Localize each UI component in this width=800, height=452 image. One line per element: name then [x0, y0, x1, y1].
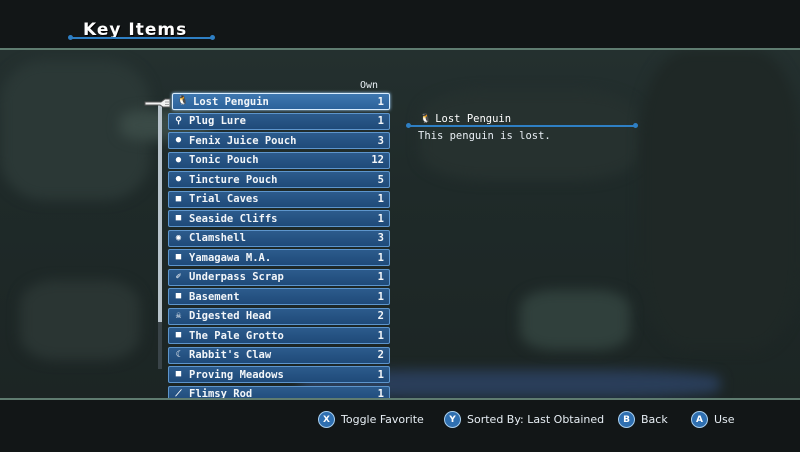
own-column-header: Own — [360, 80, 379, 91]
item-name: Underpass Scrap — [189, 271, 284, 283]
title-underline — [68, 35, 215, 40]
claw-icon: ☾ — [175, 349, 182, 360]
list-item[interactable]: ☠ Digested Head 2 — [168, 307, 390, 325]
item-name: Yamagawa M.A. — [189, 251, 272, 264]
list-item[interactable]: ● Tonic Pouch 12 — [168, 151, 390, 169]
skull-icon: ☠ — [175, 310, 182, 321]
hint-toggle-favorite[interactable]: X Toggle Favorite — [318, 411, 424, 428]
item-count: 1 — [377, 271, 384, 283]
map-icon: ■ — [175, 193, 182, 204]
list-item[interactable]: ■ Yamagawa M.A. 1 — [168, 249, 390, 266]
item-count: 1 — [377, 212, 384, 225]
map-icon: ■ — [175, 369, 182, 379]
map-icon: ■ — [175, 291, 182, 301]
list-item[interactable]: ⚲ Plug Lure 1 — [168, 112, 390, 130]
item-count: 5 — [377, 173, 384, 186]
item-name: Clamshell — [189, 232, 246, 244]
item-count: 1 — [377, 251, 384, 264]
item-count: 2 — [377, 310, 384, 322]
item-name: Tonic Pouch — [189, 154, 259, 166]
hint-label: Back — [641, 413, 668, 426]
b-button-icon: B — [618, 411, 635, 428]
hint-label: Toggle Favorite — [341, 413, 424, 426]
x-button-icon: X — [318, 411, 335, 428]
item-count: 1 — [377, 115, 384, 127]
item-count: 12 — [371, 154, 384, 166]
item-name: Plug Lure — [189, 115, 246, 127]
footer-bar: X Toggle Favorite Y Sorted By: Last Obta… — [0, 398, 800, 452]
list-item[interactable]: ☾ Rabbit's Claw 2 — [168, 346, 390, 364]
item-name: Fenix Juice Pouch — [189, 134, 297, 147]
key-items-list: 🐧 Lost Penguin 1 ⚲ Plug Lure 1 ● Fenix Juice Po… — [168, 93, 390, 405]
pouch-icon: ● — [175, 174, 182, 184]
pouch-icon: ● — [175, 154, 182, 165]
list-item[interactable]: ■ Proving Meadows 1 — [168, 366, 390, 383]
item-name: Digested Head — [189, 310, 272, 322]
list-item[interactable]: ■ Seaside Cliffs 1 — [168, 210, 390, 227]
detail-title: Lost Penguin — [435, 113, 512, 125]
map-icon: ■ — [175, 213, 182, 223]
list-item[interactable]: ● Fenix Juice Pouch 3 — [168, 132, 390, 149]
hint-use[interactable]: A Use — [691, 411, 735, 428]
list-item[interactable]: ■ The Pale Grotto 1 — [168, 327, 390, 344]
list-item[interactable]: 🐧 Lost Penguin 1 — [172, 93, 390, 110]
item-name: Basement — [189, 290, 240, 303]
item-name: Rabbit's Claw — [189, 349, 272, 361]
list-item[interactable]: ■ Trial Caves 1 — [168, 190, 390, 208]
a-button-icon: A — [691, 411, 708, 428]
item-count: 3 — [377, 232, 384, 244]
item-name: The Pale Grotto — [189, 329, 284, 342]
item-name: Lost Penguin — [193, 95, 269, 108]
y-button-icon: Y — [444, 411, 461, 428]
hint-back[interactable]: B Back — [618, 411, 668, 428]
list-item[interactable]: ✐ Underpass Scrap 1 — [168, 268, 390, 286]
map-icon: ■ — [175, 252, 182, 262]
game-background — [0, 50, 800, 398]
list-item[interactable]: ◉ Clamshell 3 — [168, 229, 390, 247]
header-bar: Key Items — [0, 0, 800, 50]
hint-label: Sorted By: Last Obtained — [467, 413, 605, 426]
item-count: 1 — [377, 95, 384, 108]
scrollbar-thumb[interactable] — [158, 104, 162, 322]
hint-sort[interactable]: Y Sorted By: Last Obtained — [444, 411, 604, 428]
detail-description: This penguin is lost. — [418, 130, 551, 142]
hint-label: Use — [714, 413, 735, 426]
map-icon: ■ — [175, 330, 182, 340]
clamshell-icon: ◉ — [175, 232, 182, 243]
item-count: 1 — [377, 290, 384, 303]
scrap-icon: ✐ — [175, 271, 182, 282]
detail-underline — [406, 123, 638, 128]
item-count: 2 — [377, 349, 384, 361]
item-count: 3 — [377, 134, 384, 147]
item-count: 1 — [377, 193, 384, 205]
penguin-icon: 🐧 — [177, 96, 189, 106]
item-name: Tincture Pouch — [189, 173, 278, 186]
pouch-icon: ● — [175, 135, 182, 145]
penguin-icon: 🐧 — [420, 114, 432, 124]
list-item[interactable]: ● Tincture Pouch 5 — [168, 171, 390, 188]
item-count: 1 — [377, 329, 384, 342]
lure-icon: ⚲ — [175, 115, 182, 126]
item-count: 1 — [377, 368, 384, 381]
list-item[interactable]: ■ Basement 1 — [168, 288, 390, 305]
item-name: Trial Caves — [189, 193, 259, 205]
item-name: Proving Meadows — [189, 368, 284, 381]
item-name: Seaside Cliffs — [189, 212, 278, 225]
detail-header: 🐧 Lost Penguin — [420, 113, 511, 125]
